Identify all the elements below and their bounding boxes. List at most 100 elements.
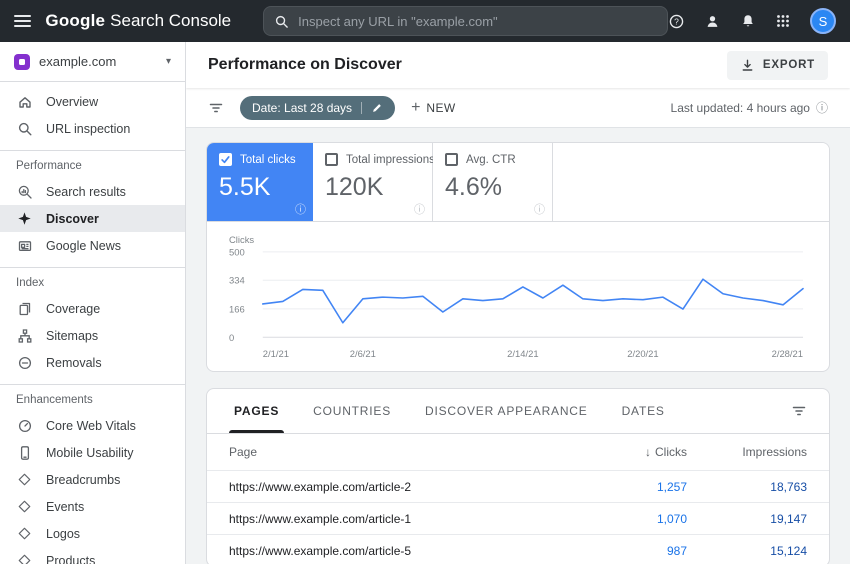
tab-discover-appearance[interactable]: DISCOVER APPEARANCE xyxy=(408,389,605,433)
metric-label: Total impressions xyxy=(346,153,435,166)
sidebar-item-coverage[interactable]: Coverage xyxy=(0,295,185,322)
search-icon xyxy=(274,14,289,29)
column-header-clicks-label: Clicks xyxy=(655,445,687,460)
scroll-content[interactable]: Total clicks 5.5K ⓘ Total impressions 12… xyxy=(186,128,850,564)
page-url: https://www.example.com/article-1 xyxy=(229,511,412,526)
table-row[interactable]: https://www.example.com/article-1 1,070 … xyxy=(207,502,829,534)
metric-total-clicks[interactable]: Total clicks 5.5K ⓘ xyxy=(207,143,313,221)
checkbox-checked-icon[interactable] xyxy=(219,153,232,166)
diamond-icon xyxy=(16,498,33,515)
svg-text:2/28/21: 2/28/21 xyxy=(772,348,803,359)
filter-icon[interactable] xyxy=(208,100,224,116)
column-header-impressions[interactable]: Impressions xyxy=(687,445,807,459)
sidebar-item-mobile-usability[interactable]: Mobile Usability xyxy=(0,439,185,466)
clicks-line-chart[interactable]: 0 166 334 500Clicks 2/1/21 2/6/21 2/14/21 2/20/… xyxy=(229,234,807,367)
page-title: Performance on Discover xyxy=(208,56,402,73)
property-name: example.com xyxy=(39,54,117,69)
sidebar-item-sitemaps[interactable]: Sitemaps xyxy=(0,322,185,349)
info-icon[interactable]: ⓘ xyxy=(816,99,828,116)
sidebar-item-logos[interactable]: Logos xyxy=(0,520,185,547)
section-title: Performance xyxy=(16,160,82,172)
filter-bar: Date: Last 28 days + NEW Last updated: 4… xyxy=(186,88,850,128)
sidebar-item-url-inspection[interactable]: URL inspection xyxy=(0,115,185,142)
info-icon[interactable]: ⓘ xyxy=(414,201,425,217)
sitemap-icon xyxy=(16,327,33,344)
table-header-row: Page ↓ Clicks Impressions xyxy=(207,434,829,470)
sidebar-nav: Overview URL inspection Performance Sear… xyxy=(0,82,185,564)
chart-area: 0 166 334 500 Clicks 2/1/21 2/6/21 2/14/21 2/20/… xyxy=(207,222,829,371)
search-input[interactable] xyxy=(298,13,657,29)
metric-value: 120K xyxy=(325,173,384,201)
url-inspect-searchbox[interactable] xyxy=(263,6,668,36)
info-icon[interactable]: ⓘ xyxy=(534,201,545,217)
table-row[interactable]: https://www.example.com/article-2 1,257 … xyxy=(207,470,829,502)
magnifier-icon xyxy=(16,120,33,137)
column-header-clicks[interactable]: ↓ Clicks xyxy=(572,445,687,459)
notifications-bell-icon[interactable] xyxy=(740,13,756,29)
svg-text:Clicks: Clicks xyxy=(229,234,254,245)
manage-users-icon[interactable] xyxy=(704,13,721,30)
page-url: https://www.example.com/article-5 xyxy=(229,543,412,558)
info-icon[interactable]: ⓘ xyxy=(295,201,306,217)
metric-value: 5.5K xyxy=(219,173,271,201)
metric-label: Total clicks xyxy=(240,153,296,166)
diamond-icon xyxy=(16,471,33,488)
sidebar-item-label: Overview xyxy=(46,94,99,109)
menu-icon[interactable] xyxy=(14,15,32,27)
plus-icon: + xyxy=(411,98,421,116)
column-header-page[interactable]: Page xyxy=(229,445,572,459)
export-label: EXPORT xyxy=(762,59,815,71)
remove-icon xyxy=(16,354,33,371)
download-icon xyxy=(740,58,755,73)
date-filter-chip[interactable]: Date: Last 28 days xyxy=(240,95,396,120)
sidebar-item-events[interactable]: Events xyxy=(0,493,185,520)
metric-total-impressions[interactable]: Total impressions 120K ⓘ xyxy=(313,143,435,221)
performance-chart-card: Total clicks 5.5K ⓘ Total impressions 12… xyxy=(206,142,830,373)
sidebar-item-discover[interactable]: Discover xyxy=(0,205,185,232)
sidebar-item-core-web-vitals[interactable]: Core Web Vitals xyxy=(0,412,185,439)
property-icon xyxy=(14,53,30,70)
sidebar-item-removals[interactable]: Removals xyxy=(0,349,185,376)
topbar-actions: ? S xyxy=(668,8,836,34)
gauge-icon xyxy=(16,417,33,434)
new-filter-button[interactable]: + NEW xyxy=(411,98,456,116)
pages-icon xyxy=(16,300,33,317)
page-url: https://www.example.com/article-2 xyxy=(229,479,412,494)
sidebar-item-products[interactable]: Products xyxy=(0,547,185,564)
sidebar-item-overview[interactable]: Overview xyxy=(0,88,185,115)
metric-avg-ctr[interactable]: Avg. CTR 4.6% ⓘ xyxy=(433,143,553,221)
logo-google: Google xyxy=(45,11,106,30)
tab-dates[interactable]: DATES xyxy=(605,389,682,433)
apps-grid-icon[interactable] xyxy=(775,13,791,29)
sidebar-item-label: Discover xyxy=(46,211,99,226)
checkbox-unchecked-icon[interactable] xyxy=(445,153,458,166)
tab-countries[interactable]: COUNTRIES xyxy=(296,389,408,433)
sidebar-item-label: Core Web Vitals xyxy=(46,418,136,433)
sidebar-item-label: Search results xyxy=(46,184,126,199)
metric-label: Avg. CTR xyxy=(466,153,516,166)
export-button[interactable]: EXPORT xyxy=(726,50,828,80)
logo-product: Search Console xyxy=(110,11,232,30)
sidebar-item-label: Sitemaps xyxy=(46,328,99,343)
help-icon[interactable]: ? xyxy=(668,13,685,30)
discover-sparkle-icon xyxy=(16,210,33,227)
table-filter-icon[interactable] xyxy=(791,403,819,419)
metric-row-filler xyxy=(553,143,829,221)
sidebar-item-label: Breadcrumbs xyxy=(46,472,121,487)
svg-text:2/20/21: 2/20/21 xyxy=(627,348,658,359)
sidebar-item-search-results[interactable]: Search results xyxy=(0,178,185,205)
tab-pages[interactable]: PAGES xyxy=(217,389,296,434)
date-chip-label: Date: Last 28 days xyxy=(252,100,353,115)
sidebar-item-breadcrumbs[interactable]: Breadcrumbs xyxy=(0,466,185,493)
avatar[interactable]: S xyxy=(810,8,836,34)
impressions-value: 19,147 xyxy=(770,511,807,526)
sidebar-item-google-news[interactable]: Google News xyxy=(0,232,185,259)
table-row[interactable]: https://www.example.com/article-5 987 15… xyxy=(207,534,829,564)
property-selector[interactable]: example.com ▾ xyxy=(0,42,185,82)
svg-text:334: 334 xyxy=(229,275,245,286)
checkbox-unchecked-icon[interactable] xyxy=(325,153,338,166)
svg-text:500: 500 xyxy=(229,246,245,257)
new-filter-label: NEW xyxy=(426,100,456,115)
svg-text:2/1/21: 2/1/21 xyxy=(263,348,289,359)
dimensions-table-card: PAGES COUNTRIES DISCOVER APPEARANCE DATE… xyxy=(206,388,830,564)
